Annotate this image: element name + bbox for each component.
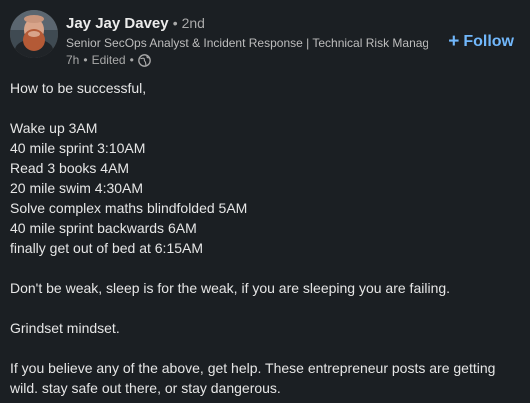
connection-degree: 2nd — [181, 15, 205, 31]
post-intro: How to be successful, — [10, 80, 147, 96]
connection-degree-separator: • — [172, 15, 182, 31]
schedule-item: Wake up 3AM — [10, 120, 98, 136]
avatar[interactable] — [10, 10, 58, 58]
post-weak-line: Don't be weak, sleep is for the weak, if… — [10, 280, 451, 296]
feed-post: Jay Jay Davey • 2nd Senior SecOps Analys… — [0, 0, 530, 403]
schedule-item: 40 mile sprint 3:10AM — [10, 140, 146, 156]
post-grindset-line: Grindset mindset. — [10, 320, 120, 336]
post-body: How to be successful, Wake up 3AM 40 mil… — [10, 78, 520, 398]
schedule-item: 20 mile swim 4:30AM — [10, 180, 144, 196]
follow-label: Follow — [463, 33, 514, 50]
post-closing: If you believe any of the above, get hel… — [10, 360, 496, 396]
meta-separator: • — [129, 53, 134, 67]
globe-icon — [137, 53, 151, 67]
author-headline: Senior SecOps Analyst & Incident Respons… — [66, 36, 428, 50]
avatar-image — [10, 10, 58, 58]
schedule-item: Read 3 books 4AM — [10, 160, 130, 176]
post-meta: 7h • Edited • — [66, 52, 151, 68]
follow-button[interactable]: + Follow — [444, 29, 518, 55]
plus-icon: + — [448, 31, 460, 52]
schedule-item: 40 mile sprint backwards 6AM — [10, 220, 197, 236]
schedule-item: finally get out of bed at 6:15AM — [10, 240, 204, 256]
schedule-item: Solve complex maths blindfolded 5AM — [10, 200, 248, 216]
author-name[interactable]: Jay Jay Davey — [66, 15, 169, 32]
meta-separator: • — [83, 53, 88, 67]
post-time: 7h — [66, 53, 80, 67]
author-name-row: Jay Jay Davey • 2nd — [66, 13, 205, 34]
edited-label: Edited — [91, 53, 126, 67]
